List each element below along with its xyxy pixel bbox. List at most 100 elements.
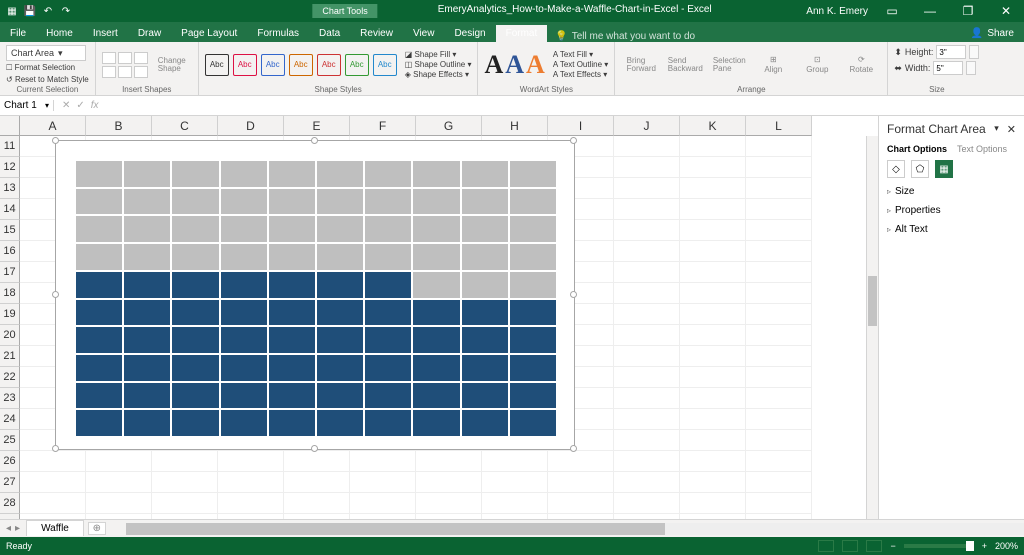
pane-options-icon[interactable]: ▾ bbox=[994, 123, 999, 136]
row-header[interactable]: 28 bbox=[0, 493, 20, 514]
close-icon[interactable]: ✕ bbox=[992, 2, 1020, 20]
selection-handle[interactable] bbox=[311, 445, 318, 452]
row-header[interactable]: 26 bbox=[0, 451, 20, 472]
shape-style-preset[interactable]: Abc bbox=[345, 54, 369, 76]
shapes-gallery[interactable] bbox=[102, 52, 148, 78]
column-header[interactable]: F bbox=[350, 116, 416, 136]
row-header[interactable]: 17 bbox=[0, 262, 20, 283]
wordart-preset[interactable]: A bbox=[484, 50, 503, 80]
tab-nav-first-icon[interactable]: ◂ bbox=[6, 523, 11, 534]
row-header[interactable]: 20 bbox=[0, 325, 20, 346]
align-button[interactable]: ⊞Align bbox=[753, 56, 793, 74]
row-headers[interactable]: 11121314151617181920212223242526272829 bbox=[0, 136, 20, 519]
selection-pane-button[interactable]: Selection Pane bbox=[709, 57, 749, 73]
group-button[interactable]: ⊡Group bbox=[797, 56, 837, 74]
text-outline-button[interactable]: A Text Outline ▾ bbox=[553, 60, 608, 69]
zoom-slider[interactable] bbox=[904, 544, 974, 548]
maximize-icon[interactable]: ❐ bbox=[954, 2, 982, 20]
pane-section-size[interactable]: Size bbox=[879, 182, 1024, 201]
selection-handle[interactable] bbox=[570, 137, 577, 144]
normal-view-icon[interactable] bbox=[818, 540, 834, 552]
selection-handle[interactable] bbox=[52, 291, 59, 298]
tab-format[interactable]: Format bbox=[496, 25, 548, 42]
hscroll-thumb[interactable] bbox=[126, 523, 665, 535]
row-header[interactable]: 12 bbox=[0, 157, 20, 178]
bring-forward-button[interactable]: Bring Forward bbox=[621, 57, 661, 73]
tell-me-search[interactable]: 💡 Tell me what you want to do bbox=[555, 31, 695, 42]
shape-style-preset[interactable]: Abc bbox=[317, 54, 341, 76]
shape-style-gallery[interactable]: AbcAbcAbcAbcAbcAbcAbc bbox=[205, 54, 397, 76]
shape-style-preset[interactable]: Abc bbox=[205, 54, 229, 76]
ribbon-display-icon[interactable]: ▭ bbox=[878, 2, 906, 20]
change-shape-button[interactable]: Change Shape bbox=[152, 57, 192, 73]
row-header[interactable]: 29 bbox=[0, 514, 20, 519]
pane-section-alt-text[interactable]: Alt Text bbox=[879, 220, 1024, 239]
text-effects-button[interactable]: A Text Effects ▾ bbox=[553, 70, 608, 79]
tab-insert[interactable]: Insert bbox=[83, 25, 128, 42]
row-header[interactable]: 11 bbox=[0, 136, 20, 157]
row-header[interactable]: 19 bbox=[0, 304, 20, 325]
tab-view[interactable]: View bbox=[403, 25, 445, 42]
redo-icon[interactable]: ↷ bbox=[60, 5, 72, 17]
row-header[interactable]: 16 bbox=[0, 241, 20, 262]
worksheet-area[interactable]: ABCDEFGHIJKL 111213141516171819202122232… bbox=[0, 116, 878, 519]
undo-icon[interactable]: ↶ bbox=[42, 5, 54, 17]
page-break-view-icon[interactable] bbox=[866, 540, 882, 552]
tab-formulas[interactable]: Formulas bbox=[247, 25, 309, 42]
selection-handle[interactable] bbox=[52, 445, 59, 452]
tab-home[interactable]: Home bbox=[36, 25, 83, 42]
zoom-level[interactable]: 200% bbox=[995, 541, 1018, 551]
tab-review[interactable]: Review bbox=[350, 25, 403, 42]
row-header[interactable]: 18 bbox=[0, 283, 20, 304]
shape-fill-button[interactable]: ◪ Shape Fill ▾ bbox=[405, 50, 472, 59]
send-backward-button[interactable]: Send Backward bbox=[665, 57, 705, 73]
shape-style-preset[interactable]: Abc bbox=[289, 54, 313, 76]
column-headers[interactable]: ABCDEFGHIJKL bbox=[20, 116, 866, 136]
column-header[interactable]: L bbox=[746, 116, 812, 136]
selection-handle[interactable] bbox=[570, 445, 577, 452]
pane-section-properties[interactable]: Properties bbox=[879, 201, 1024, 220]
tab-design[interactable]: Design bbox=[444, 25, 495, 42]
tab-nav-last-icon[interactable]: ▸ bbox=[15, 523, 20, 534]
shape-effects-button[interactable]: ◈ Shape Effects ▾ bbox=[405, 70, 472, 79]
shape-style-preset[interactable]: Abc bbox=[233, 54, 257, 76]
share-button[interactable]: 👤Share bbox=[961, 25, 1024, 42]
row-header[interactable]: 22 bbox=[0, 367, 20, 388]
text-options-tab[interactable]: Text Options bbox=[957, 144, 1007, 154]
row-header[interactable]: 25 bbox=[0, 430, 20, 451]
shape-outline-button[interactable]: ◫ Shape Outline ▾ bbox=[405, 60, 472, 69]
new-sheet-button[interactable]: ⊕ bbox=[88, 522, 106, 535]
chart-object[interactable] bbox=[55, 140, 575, 450]
wordart-gallery[interactable]: AAA bbox=[484, 50, 544, 80]
column-header[interactable]: G bbox=[416, 116, 482, 136]
selection-handle[interactable] bbox=[311, 137, 318, 144]
column-header[interactable]: D bbox=[218, 116, 284, 136]
page-layout-view-icon[interactable] bbox=[842, 540, 858, 552]
minimize-icon[interactable]: — bbox=[916, 2, 944, 20]
column-header[interactable]: E bbox=[284, 116, 350, 136]
height-spinner[interactable] bbox=[969, 45, 979, 59]
row-header[interactable]: 27 bbox=[0, 472, 20, 493]
row-header[interactable]: 24 bbox=[0, 409, 20, 430]
cancel-formula-icon[interactable]: ✕ bbox=[62, 100, 70, 111]
name-box[interactable]: Chart 1▾ bbox=[0, 100, 54, 111]
sheet-tab-waffle[interactable]: Waffle bbox=[26, 520, 84, 536]
column-header[interactable]: I bbox=[548, 116, 614, 136]
width-spinner[interactable] bbox=[966, 61, 976, 75]
zoom-in-icon[interactable]: + bbox=[982, 541, 987, 551]
vertical-scrollbar[interactable] bbox=[866, 136, 878, 519]
column-header[interactable]: C bbox=[152, 116, 218, 136]
reset-style-button[interactable]: ↺ Reset to Match Style bbox=[6, 75, 89, 84]
chart-element-dropdown[interactable]: Chart Area▾ bbox=[6, 45, 86, 61]
column-header[interactable]: H bbox=[482, 116, 548, 136]
shape-style-preset[interactable]: Abc bbox=[261, 54, 285, 76]
format-selection-button[interactable]: 🞎 Format Selection bbox=[6, 63, 75, 73]
rotate-button[interactable]: ⟳Rotate bbox=[841, 56, 881, 74]
save-icon[interactable]: 💾 bbox=[24, 5, 36, 17]
enter-formula-icon[interactable]: ✓ bbox=[76, 100, 84, 111]
selection-handle[interactable] bbox=[52, 137, 59, 144]
tab-data[interactable]: Data bbox=[309, 25, 350, 42]
chart-options-tab[interactable]: Chart Options bbox=[887, 144, 947, 154]
tab-file[interactable]: File bbox=[0, 25, 36, 42]
row-header[interactable]: 15 bbox=[0, 220, 20, 241]
